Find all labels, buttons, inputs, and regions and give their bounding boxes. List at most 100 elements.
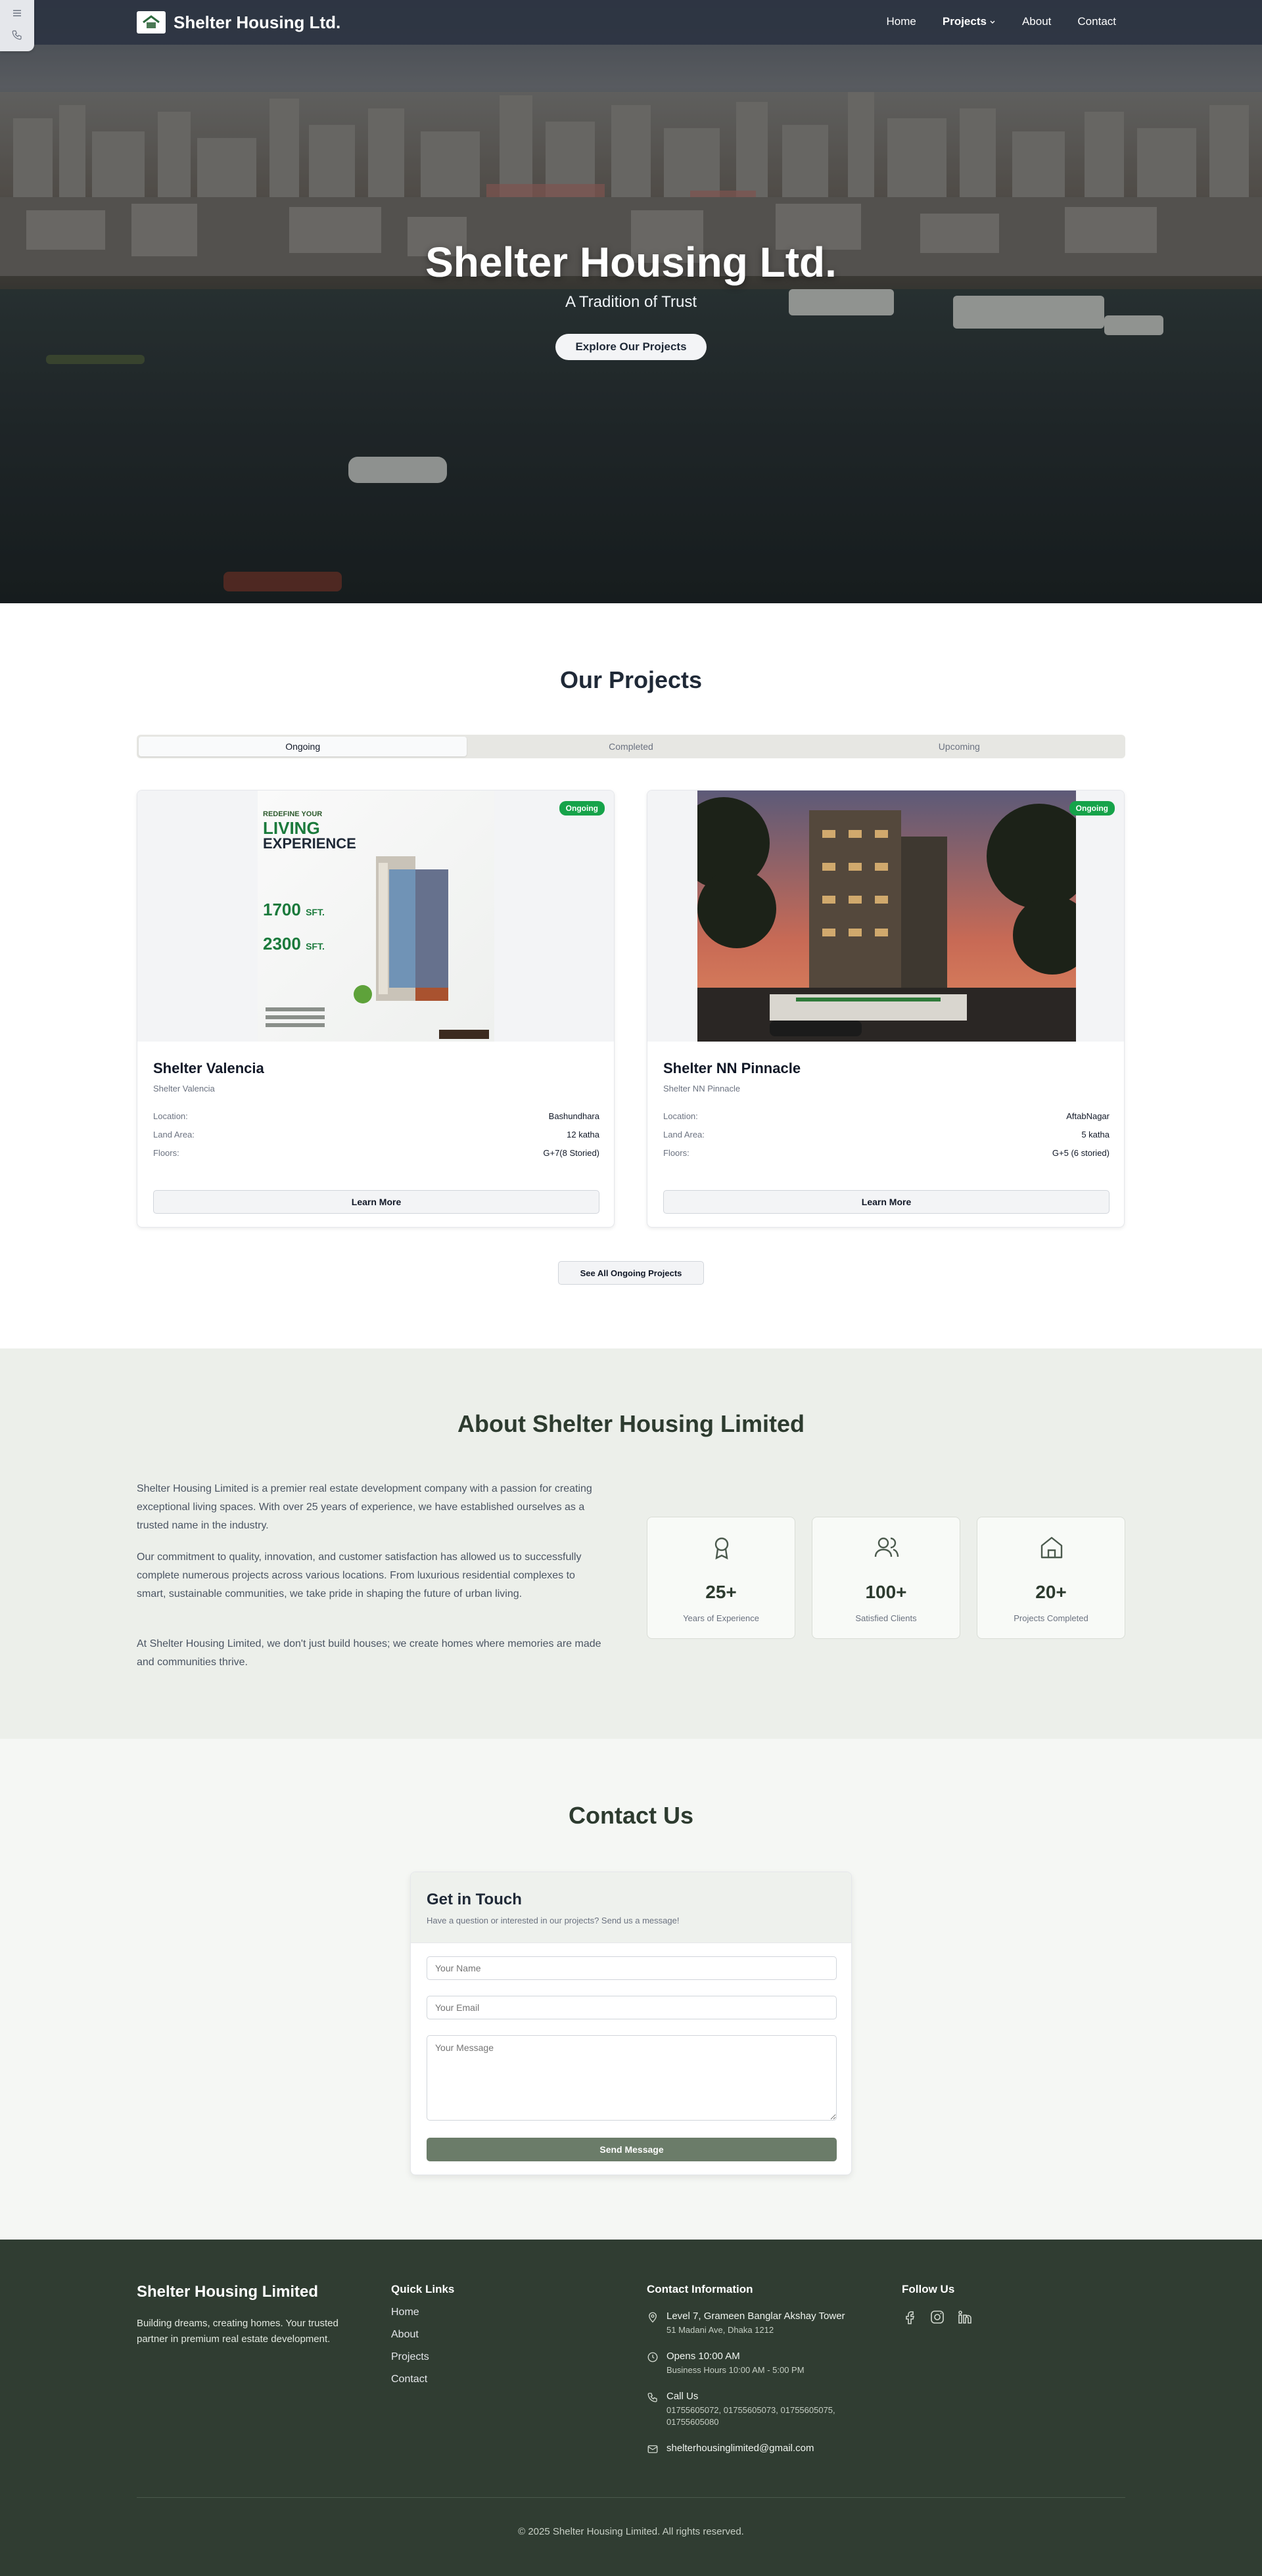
footer-contact-info: Contact Information Level 7, Grameen Ban… <box>647 2283 857 2455</box>
about-title: About Shelter Housing Limited <box>457 1410 805 1437</box>
spec-floors: Floors: G+5 (6 storied) <box>663 1148 1110 1158</box>
nav-contact[interactable]: Contact <box>1077 15 1116 28</box>
brand-name: Shelter Housing Ltd. <box>174 12 341 32</box>
project-tabs: Ongoing Completed Upcoming <box>137 735 1125 758</box>
explore-projects-button[interactable]: Explore Our Projects <box>555 334 707 360</box>
tab-ongoing[interactable]: Ongoing <box>139 737 467 756</box>
menu-icon[interactable] <box>11 7 23 22</box>
footer-link-contact[interactable]: Contact <box>391 2374 454 2385</box>
chevron-down-icon <box>990 20 995 24</box>
learn-more-button[interactable]: Learn More <box>153 1190 599 1214</box>
hero-section: Shelter Housing Ltd. A Tradition of Trus… <box>0 0 1262 603</box>
stat-card-clients: 100+ Satisfied Clients <box>812 1517 960 1639</box>
poster-line1: REDEFINE YOUR <box>263 810 323 818</box>
building-illustration <box>354 856 448 1003</box>
facebook-icon[interactable] <box>902 2309 918 2325</box>
project-card-valencia: REDEFINE YOUR LIVING EXPERIENCE 1700 SFT… <box>137 790 615 1228</box>
poster-line3: EXPERIENCE <box>263 835 356 852</box>
copyright: © 2025 Shelter Housing Limited. All righ… <box>518 2526 744 2537</box>
contact-form-card: Get in Touch Have a question or interest… <box>410 1872 852 2175</box>
stat-label: Satisfied Clients <box>855 1613 917 1623</box>
spec-location: Location: Bashundhara <box>153 1111 599 1121</box>
form-subtitle: Have a question or interested in our pro… <box>427 1916 680 1925</box>
nav-home[interactable]: Home <box>887 15 916 28</box>
status-badge: Ongoing <box>1069 801 1115 816</box>
spec-floors: Floors: G+7(8 Storied) <box>153 1148 599 1158</box>
see-all-ongoing-button[interactable]: See All Ongoing Projects <box>558 1261 704 1285</box>
footer-link-projects[interactable]: Projects <box>391 2351 454 2363</box>
stat-label: Projects Completed <box>1014 1613 1088 1623</box>
footer-quick-links: Quick Links Home About Projects Contact <box>391 2283 454 2385</box>
home-icon <box>1040 1536 1063 1559</box>
poster-size-2300: 2300 SFT. <box>263 934 325 954</box>
form-title: Get in Touch <box>427 1891 522 1908</box>
project-subtitle: Shelter Valencia <box>153 1084 215 1093</box>
hero-subtitle: A Tradition of Trust <box>565 293 697 311</box>
stat-card-projects: 20+ Projects Completed <box>977 1517 1125 1639</box>
footer-link-home[interactable]: Home <box>391 2307 454 2318</box>
site-header: Shelter Housing Ltd. Home Projects About… <box>0 0 1262 45</box>
email-input[interactable] <box>427 1996 837 2019</box>
projects-section: Our Projects Ongoing Completed Upcoming … <box>0 603 1262 1348</box>
stat-value: 100+ <box>865 1582 907 1602</box>
pinnacle-building-photo <box>697 791 1076 1042</box>
learn-more-button[interactable]: Learn More <box>663 1190 1110 1214</box>
footer-link-about[interactable]: About <box>391 2329 454 2341</box>
follow-heading: Follow Us <box>902 2283 955 2295</box>
poster-contact-list <box>266 1007 325 1027</box>
project-card-nn-pinnacle: Ongoing Shelter NN Pinnacle Shelter NN P… <box>647 790 1125 1228</box>
send-message-button[interactable]: Send Message <box>427 2138 837 2161</box>
nav-projects-label: Projects <box>942 15 987 28</box>
phone-icon[interactable] <box>11 29 23 44</box>
poster-size-1700: 1700 SFT. <box>263 900 325 919</box>
project-title: Shelter NN Pinnacle <box>663 1060 801 1076</box>
form-header: Get in Touch Have a question or interest… <box>411 1872 851 1943</box>
spec-land-area: Land Area: 12 katha <box>153 1130 599 1139</box>
poster-line2: LIVING <box>263 818 320 838</box>
map-pin-icon <box>649 2312 657 2323</box>
nav-about[interactable]: About <box>1022 15 1051 28</box>
brand[interactable]: Shelter Housing Ltd. <box>137 11 340 34</box>
main-nav: Home Projects About Contact <box>887 15 1116 28</box>
footer-tagline: Building dreams, creating homes. Your tr… <box>137 2318 339 2345</box>
stat-card-experience: 25+ Years of Experience <box>647 1517 795 1639</box>
contact-title: Contact Us <box>568 1802 694 1829</box>
poster-location-tag <box>439 1030 489 1039</box>
footer-address: Level 7, Grameen Banglar Akshay Tower 51… <box>647 2311 857 2336</box>
project-image: Ongoing <box>647 791 1124 1042</box>
spec-location: Location: AftabNagar <box>663 1111 1110 1121</box>
floating-side-tab[interactable] <box>0 0 34 51</box>
about-paragraph-1: Shelter Housing Limited is a premier rea… <box>137 1483 592 1531</box>
name-input[interactable] <box>427 1956 837 1980</box>
linkedin-icon[interactable] <box>957 2309 973 2325</box>
projects-title: Our Projects <box>559 666 703 693</box>
contact-section: Contact Us Get in Touch Have a question … <box>0 1739 1262 2240</box>
about-paragraph-2: Our commitment to quality, innovation, a… <box>137 1552 582 1599</box>
project-subtitle: Shelter NN Pinnacle <box>663 1084 741 1093</box>
clock-icon <box>647 2352 658 2362</box>
stat-label: Years of Experience <box>683 1613 759 1623</box>
tab-upcoming[interactable]: Upcoming <box>795 737 1123 756</box>
quick-links-heading: Quick Links <box>391 2283 455 2295</box>
contact-info-heading: Contact Information <box>647 2283 753 2295</box>
footer-hours: Opens 10:00 AM Business Hours 10:00 AM -… <box>647 2351 857 2376</box>
project-title: Shelter Valencia <box>153 1060 264 1076</box>
stat-value: 25+ <box>705 1582 737 1602</box>
tab-completed[interactable]: Completed <box>467 737 795 756</box>
social-links <box>902 2309 973 2325</box>
status-badge: Ongoing <box>559 801 605 816</box>
award-icon <box>714 1537 729 1560</box>
instagram-icon[interactable] <box>929 2309 945 2325</box>
stat-value: 20+ <box>1035 1582 1067 1602</box>
message-textarea[interactable] <box>427 2035 837 2121</box>
valencia-poster-image: REDEFINE YOUR LIVING EXPERIENCE 1700 SFT… <box>258 791 494 1042</box>
phone-icon <box>647 2393 657 2403</box>
footer-divider <box>137 2497 1125 2498</box>
mail-icon <box>647 2445 658 2453</box>
nav-projects[interactable]: Projects <box>943 15 996 28</box>
footer-brand-column: Shelter Housing Limited Building dreams,… <box>137 2283 360 2347</box>
footer-email[interactable]: shelterhousinglimited@gmail.com <box>647 2443 857 2455</box>
house-logo-icon <box>137 11 166 34</box>
project-image: REDEFINE YOUR LIVING EXPERIENCE 1700 SFT… <box>137 791 614 1042</box>
footer-phones: Call Us 01755605072, 01755605073, 017556… <box>647 2391 857 2428</box>
